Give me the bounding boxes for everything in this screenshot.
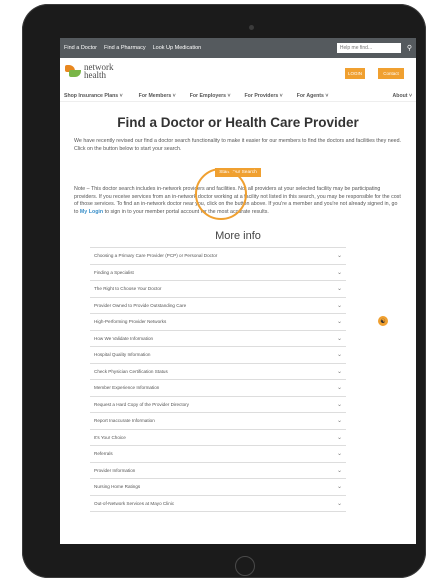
chevron-down-icon: ⌄ (336, 401, 342, 408)
home-button[interactable] (235, 556, 255, 576)
chevron-down-icon: ⌄ (336, 368, 342, 375)
nav-about[interactable]: About ˅ (393, 93, 412, 99)
search-box: ⚲ (336, 43, 412, 53)
chevron-down-icon: ⌄ (336, 484, 342, 491)
chevron-down-icon: ⌄ (336, 451, 342, 458)
chevron-down-icon: ⌄ (336, 352, 342, 359)
nav-for-employers[interactable]: For Employers ˅ (190, 93, 231, 99)
my-login-link[interactable]: My Login (80, 209, 103, 215)
chevron-down-icon: ⌄ (336, 335, 342, 342)
lookup-medication-link[interactable]: Look Up Medication (153, 45, 202, 51)
chevron-down-icon: ⌄ (336, 500, 342, 507)
more-info-accordion: Choosing a Primary Care Provider (PCP) o… (90, 247, 346, 512)
main-nav: Shop Insurance Plans ˅ For Members ˅ For… (60, 90, 416, 102)
note-after: to sign in to your member portal account… (103, 208, 269, 215)
accordion-item[interactable]: Provider Owned to Provide Outstanding Ca… (90, 298, 346, 314)
more-info-title: More info (215, 230, 261, 242)
accordion-item[interactable]: Member Experience Information ⌄ (90, 380, 346, 397)
chevron-down-icon: ⌄ (336, 467, 342, 474)
accordion-item[interactable]: Report Inaccurate Information ⌄ (90, 413, 346, 430)
intro-text: We have recently revised our find a doct… (74, 138, 402, 152)
chevron-down-icon: ⌄ (336, 385, 342, 392)
camera-dot (249, 25, 254, 30)
nav-shop-plans[interactable]: Shop Insurance Plans ˅ (64, 93, 123, 99)
logo-line2: health (84, 70, 106, 80)
accessibility-icon[interactable]: ☯ (378, 316, 388, 326)
site-header: network health LOGIN Contact (60, 58, 416, 90)
chevron-down-icon: ⌄ (336, 253, 342, 260)
highlight-circle (195, 168, 247, 220)
accordion-item[interactable]: Choosing a Primary Care Provider (PCP) o… (90, 247, 346, 265)
accordion-item[interactable]: Referrals ⌄ (90, 446, 346, 463)
search-icon[interactable]: ⚲ (407, 44, 412, 52)
accordion-item[interactable]: The Right to Choose Your Doctor ⌄ (90, 281, 346, 298)
nav-for-providers[interactable]: For Providers ˅ (245, 93, 283, 99)
chevron-down-icon: ⌄ (336, 269, 342, 276)
accordion-item[interactable]: High-Performing Provider Networks ⌄ (90, 314, 346, 331)
find-pharmacy-link[interactable]: Find a Pharmacy (104, 45, 146, 51)
accordion-item[interactable]: Request a Hard Copy of the Provider Dire… (90, 397, 346, 413)
accordion-item[interactable]: Nursing Home Ratings ⌄ (90, 479, 346, 496)
top-bar: Find a Doctor Find a Pharmacy Look Up Me… (60, 38, 416, 58)
find-doctor-link[interactable]: Find a Doctor (64, 45, 97, 51)
page-title: Find a Doctor or Health Care Provider (117, 115, 359, 130)
accordion-item[interactable]: It's Your Choice ⌄ (90, 430, 346, 446)
logo-mark-icon (65, 65, 81, 77)
accordion-item[interactable]: Provider Information ⌄ (90, 463, 346, 479)
browser-screen: Find a Doctor Find a Pharmacy Look Up Me… (60, 38, 416, 544)
contact-button[interactable]: Contact (378, 68, 404, 79)
chevron-down-icon: ⌄ (336, 286, 342, 293)
chevron-down-icon: ⌄ (336, 302, 342, 309)
chevron-down-icon: ⌄ (336, 319, 342, 326)
nav-for-members[interactable]: For Members ˅ (139, 93, 176, 99)
accordion-item[interactable]: Hospital Quality Information ⌄ (90, 347, 346, 364)
network-health-logo[interactable]: network health (65, 63, 114, 80)
chevron-down-icon: ⌄ (336, 418, 342, 425)
accordion-item[interactable]: How We Validate Information ⌄ (90, 331, 346, 347)
accordion-item[interactable]: Finding a Specialist ⌄ (90, 265, 346, 281)
accordion-item[interactable]: Out-of-Network Services at Mayo Clinic ⌄ (90, 496, 346, 512)
login-button[interactable]: LOGIN (345, 68, 365, 79)
nav-for-agents[interactable]: For Agents ˅ (297, 93, 329, 99)
search-input[interactable] (336, 43, 401, 53)
chevron-down-icon: ⌄ (336, 434, 342, 441)
accordion-item[interactable]: Check Physician Certification Status ⌄ (90, 364, 346, 380)
